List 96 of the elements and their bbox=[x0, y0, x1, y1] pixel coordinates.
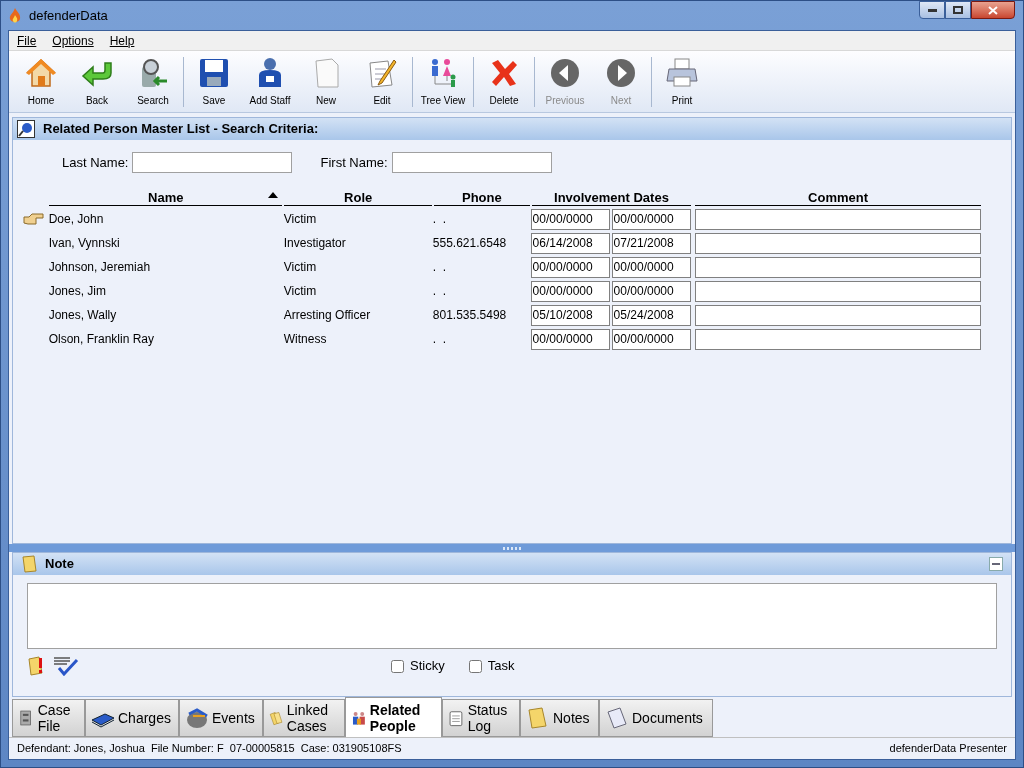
date-field[interactable]: 00/00/0000 bbox=[611, 256, 691, 278]
comment-field[interactable] bbox=[694, 304, 981, 326]
toolbar-button[interactable]: Home bbox=[13, 52, 69, 111]
tab[interactable]: Linked Cases bbox=[263, 699, 345, 737]
table-cell-text: Investigator bbox=[283, 235, 347, 252]
table-cell-text: . . bbox=[432, 283, 447, 300]
column-header[interactable]: Name bbox=[49, 188, 283, 206]
menu-item[interactable]: Options bbox=[52, 31, 94, 50]
table-cell-text: Doe, John bbox=[48, 211, 105, 228]
table-cell-text: Jones, Jim bbox=[48, 283, 108, 300]
comment-field[interactable] bbox=[694, 208, 981, 230]
note-icon bbox=[526, 706, 550, 730]
table-cell-text: Olson, Franklin Ray bbox=[48, 331, 156, 348]
comment-field[interactable] bbox=[694, 328, 981, 350]
toolbar-button[interactable]: Search bbox=[125, 52, 181, 111]
minimize-button[interactable] bbox=[919, 1, 945, 19]
toolbar-button[interactable]: New bbox=[298, 52, 354, 111]
field-label: First Name: bbox=[320, 153, 388, 172]
left-arrow-circle-icon bbox=[549, 56, 581, 89]
toolbar-button[interactable]: Add Staff bbox=[242, 52, 298, 111]
table-cell-text: . . bbox=[432, 211, 447, 228]
toolbar-button[interactable]: Save bbox=[186, 52, 242, 111]
table-cell-text: Victim bbox=[283, 211, 318, 228]
tab[interactable]: Events bbox=[179, 699, 263, 737]
text-field[interactable] bbox=[391, 152, 552, 173]
checkbox-label: Task bbox=[487, 657, 515, 676]
column-header[interactable]: Involvement Dates bbox=[531, 188, 692, 206]
printer-icon bbox=[666, 56, 698, 89]
table-cell-text: Witness bbox=[283, 331, 328, 348]
window-title: defenderData bbox=[29, 6, 108, 25]
date-field[interactable]: 06/14/2008 bbox=[530, 232, 610, 254]
pointing-hand-icon bbox=[22, 212, 45, 226]
checkbox-label: Sticky bbox=[410, 657, 445, 676]
toolbar-button[interactable]: Back bbox=[69, 52, 125, 111]
comment-field[interactable] bbox=[694, 280, 981, 302]
table-cell-text: 801.535.5498 bbox=[432, 307, 507, 324]
table-cell-text: . . bbox=[432, 259, 447, 276]
date-field[interactable]: 05/10/2008 bbox=[530, 304, 610, 326]
column-header[interactable]: Phone bbox=[433, 188, 530, 206]
table-cell-text: Jones, Wally bbox=[48, 307, 118, 324]
minimize-icon bbox=[927, 8, 937, 12]
collapse-button[interactable] bbox=[989, 557, 1003, 571]
maximize-button[interactable] bbox=[945, 1, 971, 19]
minus-icon bbox=[992, 563, 1000, 565]
status-text: Defendant: Jones, Joshua File Number: F 07-00005815 Case: 031905108FS bbox=[17, 741, 402, 757]
toolbar-button[interactable]: Delete bbox=[476, 52, 532, 111]
note-icon bbox=[21, 555, 37, 573]
app-name: defenderData Presenter bbox=[889, 741, 1007, 757]
tab[interactable]: Status Log bbox=[442, 699, 520, 737]
menu-item[interactable]: File bbox=[17, 31, 37, 50]
house-icon bbox=[25, 56, 57, 89]
toolbar-button[interactable]: Tree View bbox=[415, 52, 471, 111]
toolbar-button[interactable]: Print bbox=[654, 52, 710, 111]
table-cell-text: Ivan, Vynnski bbox=[48, 235, 121, 252]
maximize-icon bbox=[953, 6, 963, 14]
checkbox[interactable] bbox=[391, 659, 404, 673]
column-header[interactable]: Role bbox=[284, 188, 432, 206]
toolbar-button[interactable]: Edit bbox=[354, 52, 410, 111]
checkbox[interactable] bbox=[468, 659, 482, 673]
tab[interactable]: Related People bbox=[345, 697, 442, 737]
panel-title: Note bbox=[45, 555, 74, 574]
document-icon bbox=[605, 706, 629, 730]
grip-icon bbox=[503, 546, 521, 550]
menu-item[interactable]: Help bbox=[109, 31, 135, 50]
table-cell-text: Arresting Officer bbox=[283, 307, 372, 324]
date-field[interactable]: 07/21/2008 bbox=[611, 232, 691, 254]
date-field[interactable]: 00/00/0000 bbox=[530, 208, 610, 230]
text-field[interactable] bbox=[132, 152, 293, 173]
search-icon bbox=[17, 120, 35, 138]
right-arrow-circle-icon bbox=[605, 56, 637, 89]
date-field[interactable]: 00/00/0000 bbox=[611, 280, 691, 302]
panel-title: Related Person Master List - Search Criteria: bbox=[43, 120, 319, 139]
date-field[interactable]: 05/24/2008 bbox=[611, 304, 691, 326]
date-field[interactable]: 00/00/0000 bbox=[530, 328, 610, 350]
field-label: Last Name: bbox=[62, 153, 129, 172]
table-cell-text: 555.621.6548 bbox=[432, 235, 507, 252]
table-cell-text: Johnson, Jeremiah bbox=[48, 259, 152, 276]
spellcheck-icon[interactable] bbox=[53, 656, 79, 676]
note-field[interactable] bbox=[27, 583, 997, 649]
date-field[interactable]: 00/00/0000 bbox=[611, 208, 691, 230]
tab[interactable]: Notes bbox=[520, 699, 599, 737]
date-field[interactable]: 00/00/0000 bbox=[530, 256, 610, 278]
close-icon bbox=[988, 5, 998, 15]
tab[interactable]: Charges bbox=[85, 699, 179, 737]
flame-icon bbox=[9, 7, 21, 24]
tab[interactable]: Documents bbox=[599, 699, 713, 737]
tab[interactable]: Case File bbox=[12, 699, 85, 737]
table-cell-text: Victim bbox=[283, 283, 318, 300]
comment-field[interactable] bbox=[694, 256, 981, 278]
table-cell-text: Victim bbox=[283, 259, 318, 276]
date-field[interactable]: 00/00/0000 bbox=[611, 328, 691, 350]
close-button[interactable] bbox=[971, 1, 1015, 19]
comment-field[interactable] bbox=[694, 232, 981, 254]
column-header[interactable]: Comment bbox=[695, 188, 981, 206]
date-field[interactable]: 00/00/0000 bbox=[530, 280, 610, 302]
table-cell-text: . . bbox=[432, 331, 447, 348]
